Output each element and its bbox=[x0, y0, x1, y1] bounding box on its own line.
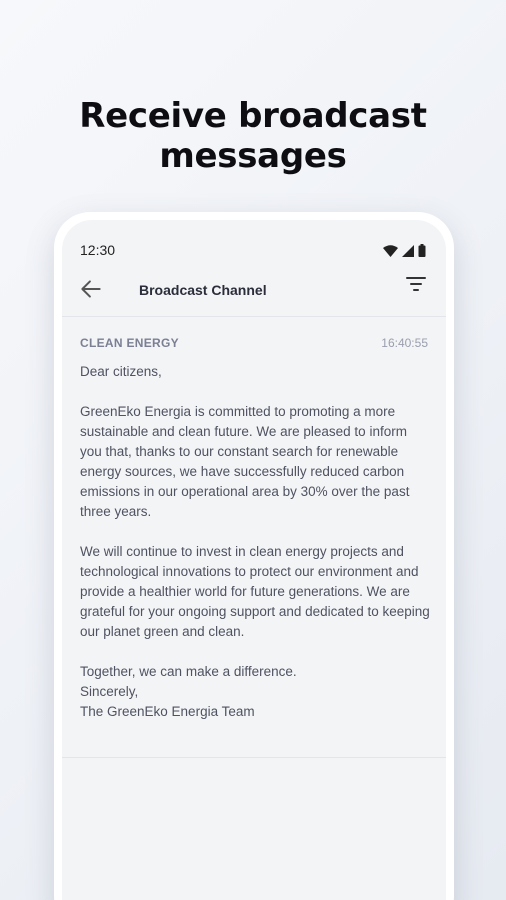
message-closing: Together, we can make a difference. bbox=[80, 664, 297, 679]
signal-icon bbox=[402, 244, 414, 257]
message-signature: The GreenEko Energia Team bbox=[80, 704, 255, 719]
message-sender: CLEAN ENERGY bbox=[80, 336, 179, 350]
divider bbox=[62, 757, 446, 758]
status-icons bbox=[383, 244, 426, 257]
page-title: Broadcast Channel bbox=[139, 282, 267, 298]
message-greeting: Dear citizens, bbox=[80, 364, 162, 379]
message-paragraph: GreenEko Energia is committed to promoti… bbox=[80, 404, 410, 519]
message-paragraph: We will continue to invest in clean ener… bbox=[80, 544, 430, 639]
app-bar: Broadcast Channel bbox=[62, 270, 446, 314]
headline-line-1: Receive broadcast bbox=[79, 96, 427, 136]
filter-icon[interactable] bbox=[404, 272, 428, 296]
wifi-icon bbox=[383, 244, 398, 257]
status-bar: 12:30 bbox=[80, 242, 426, 260]
message-time: 16:40:55 bbox=[381, 336, 428, 350]
headline: Receive broadcast messages bbox=[0, 96, 506, 176]
headline-line-2: messages bbox=[159, 136, 347, 176]
phone-frame: 12:30 Broadcast Channel CLEAN ENERGY 16:… bbox=[54, 212, 454, 900]
message-closing: Sincerely, bbox=[80, 684, 139, 699]
status-time: 12:30 bbox=[80, 242, 116, 258]
arrow-left-icon[interactable] bbox=[78, 276, 104, 302]
battery-icon bbox=[418, 244, 426, 257]
phone-screen: 12:30 Broadcast Channel CLEAN ENERGY 16:… bbox=[62, 220, 446, 900]
message-body: Dear citizens, GreenEko Energia is commi… bbox=[80, 362, 432, 722]
divider bbox=[62, 316, 446, 317]
